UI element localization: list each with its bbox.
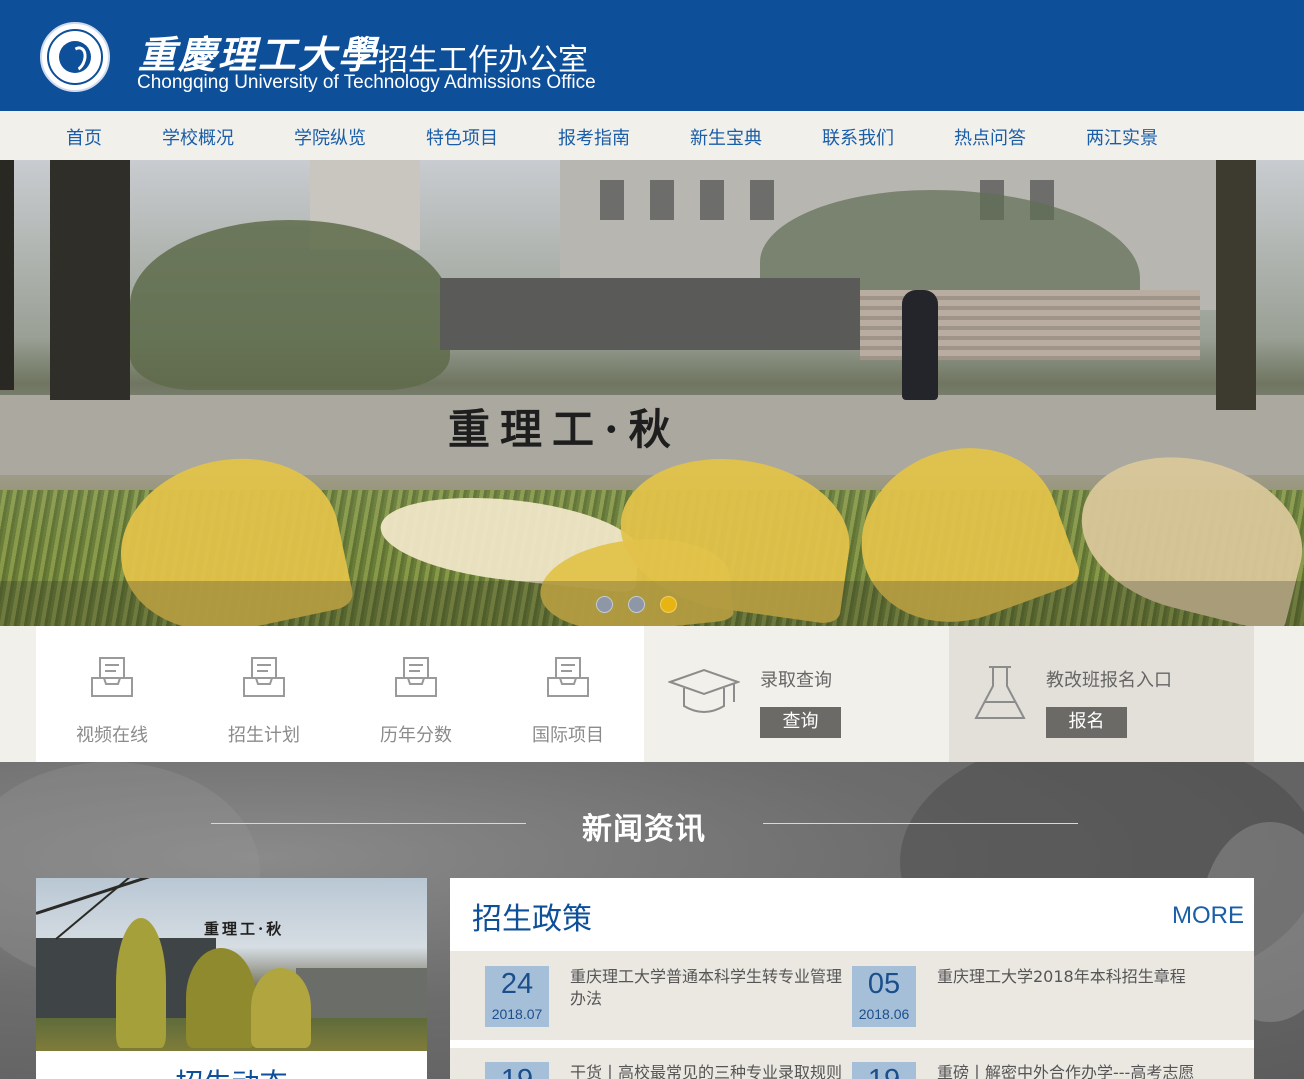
news-section-title: 新闻资讯 — [582, 812, 706, 847]
more-link[interactable]: MORE — [1172, 902, 1244, 930]
logo-divider — [358, 37, 360, 67]
nav-item-about[interactable]: 学校概况 — [162, 124, 234, 150]
quick-link-label: 招生计划 — [228, 725, 300, 746]
banner-trees-left — [130, 220, 450, 390]
policy-news-row: 24 2018.07 重庆理工大学普通本科学生转专业管理办法 05 2018.0… — [450, 951, 1254, 1040]
quick-link-label: 视频在线 — [76, 725, 148, 746]
nav-item-freshman-guide[interactable]: 新生宝典 — [690, 124, 762, 150]
date-badge[interactable]: 19 — [485, 1062, 549, 1079]
hero-carousel[interactable]: 重理工·秋 — [0, 160, 1304, 626]
date-badge[interactable]: 19 — [852, 1062, 916, 1079]
nav-item-faq[interactable]: 热点问答 — [954, 124, 1026, 150]
signup-button[interactable]: 报名 — [1046, 707, 1127, 738]
flask-icon — [974, 666, 1026, 719]
university-seal-logo[interactable] — [40, 22, 110, 92]
banner-tree-trunk — [1216, 160, 1256, 410]
photo-caption: 重理工·秋 — [204, 920, 285, 938]
admission-news-label: 招生动态 — [36, 1062, 427, 1079]
nav-item-application-guide[interactable]: 报考指南 — [558, 124, 630, 150]
news-title-link[interactable]: 干货丨高校最常见的三种专业录取规则 — [570, 1062, 845, 1079]
admission-query-title: 录取查询 — [760, 670, 832, 691]
carousel-dot-2[interactable] — [628, 596, 645, 613]
admission-news-card[interactable]: 重理工·秋 招生动态 — [36, 878, 427, 1079]
photo-building — [296, 968, 427, 1018]
quick-link-label: 国际项目 — [532, 725, 604, 746]
main-nav: 首页 学校概况 学院纵览 特色项目 报考指南 新生宝典 联系我们 热点问答 两江… — [0, 111, 1304, 160]
nav-item-campus-views[interactable]: 两江实景 — [1086, 124, 1158, 150]
date-day: 24 — [500, 968, 534, 1000]
query-button[interactable]: 查询 — [760, 707, 841, 738]
inbox-document-icon — [547, 657, 589, 697]
banner-tree-trunk — [0, 160, 14, 390]
photo-branch — [36, 878, 170, 915]
graduation-cap-icon — [668, 668, 740, 713]
seal-core — [59, 41, 91, 73]
date-day: 19 — [852, 1064, 916, 1079]
photo-ginkgo-tree — [186, 948, 256, 1048]
date-year-month: 2018.07 — [491, 1006, 543, 1022]
date-year-month: 2018.06 — [858, 1006, 910, 1022]
photo-ginkgo-tree — [116, 918, 166, 1048]
photo-ginkgo-tree — [251, 968, 311, 1048]
carousel-indicator-strip — [0, 581, 1304, 626]
policy-news-row: 19 干货丨高校最常见的三种专业录取规则 19 重磅丨解密中外合作办学---高考… — [450, 1048, 1254, 1079]
policy-panel-title: 招生政策 — [472, 902, 592, 937]
site-header: 重慶理工大學 招生工作办公室 Chongqing University of T… — [0, 0, 1304, 111]
quick-link-past-scores[interactable]: 历年分数 — [340, 626, 492, 762]
admission-policy-panel: 招生政策 MORE 24 2018.07 重庆理工大学普通本科学生转专业管理办法… — [450, 878, 1254, 1079]
nav-item-contact[interactable]: 联系我们 — [822, 124, 894, 150]
news-title-link[interactable]: 重庆理工大学普通本科学生转专业管理办法 — [570, 966, 845, 1012]
news-section: 新闻资讯 重理工·秋 招生动态 招生政策 MORE 24 2018.07 重庆理… — [0, 762, 1304, 1079]
banner-person — [902, 290, 938, 400]
date-badge[interactable]: 05 2018.06 — [852, 966, 916, 1027]
quick-link-video[interactable]: 视频在线 — [36, 626, 188, 762]
english-name: Chongqing University of Technology Admis… — [137, 72, 596, 93]
news-title-link[interactable]: 重磅丨解密中外合作办学---高考志愿 — [937, 1062, 1227, 1079]
nav-item-special-programs[interactable]: 特色项目 — [426, 124, 498, 150]
inbox-document-icon — [91, 657, 133, 697]
date-badge[interactable]: 24 2018.07 — [485, 966, 549, 1027]
university-name-calligraphy[interactable]: 重慶理工大學 — [138, 24, 378, 79]
quick-links: 视频在线 招生计划 历年分数 国际项目 — [36, 626, 644, 762]
inbox-document-icon — [243, 657, 285, 697]
nav-item-colleges[interactable]: 学院纵览 — [294, 124, 366, 150]
admission-news-photo: 重理工·秋 — [36, 878, 427, 1051]
banner-wall — [440, 278, 860, 350]
reform-signup-panel: 教改班报名入口 报名 — [949, 626, 1254, 762]
date-day: 05 — [867, 968, 901, 1000]
quick-link-label: 历年分数 — [380, 725, 452, 746]
carousel-dot-3-active[interactable] — [660, 596, 677, 613]
quick-link-enrollment-plan[interactable]: 招生计划 — [188, 626, 340, 762]
carousel-dot-1[interactable] — [596, 596, 613, 613]
news-title-link[interactable]: 重庆理工大学2018年本科招生章程 — [937, 966, 1227, 1012]
nav-item-home[interactable]: 首页 — [66, 124, 102, 150]
date-day: 19 — [485, 1064, 549, 1079]
reform-signup-title: 教改班报名入口 — [1046, 670, 1172, 691]
quick-link-international[interactable]: 国际项目 — [492, 626, 644, 762]
inbox-document-icon — [395, 657, 437, 697]
admission-query-panel: 录取查询 查询 — [644, 626, 949, 762]
banner-caption: 重理工·秋 — [448, 405, 681, 454]
banner-tree-trunk — [50, 160, 130, 400]
